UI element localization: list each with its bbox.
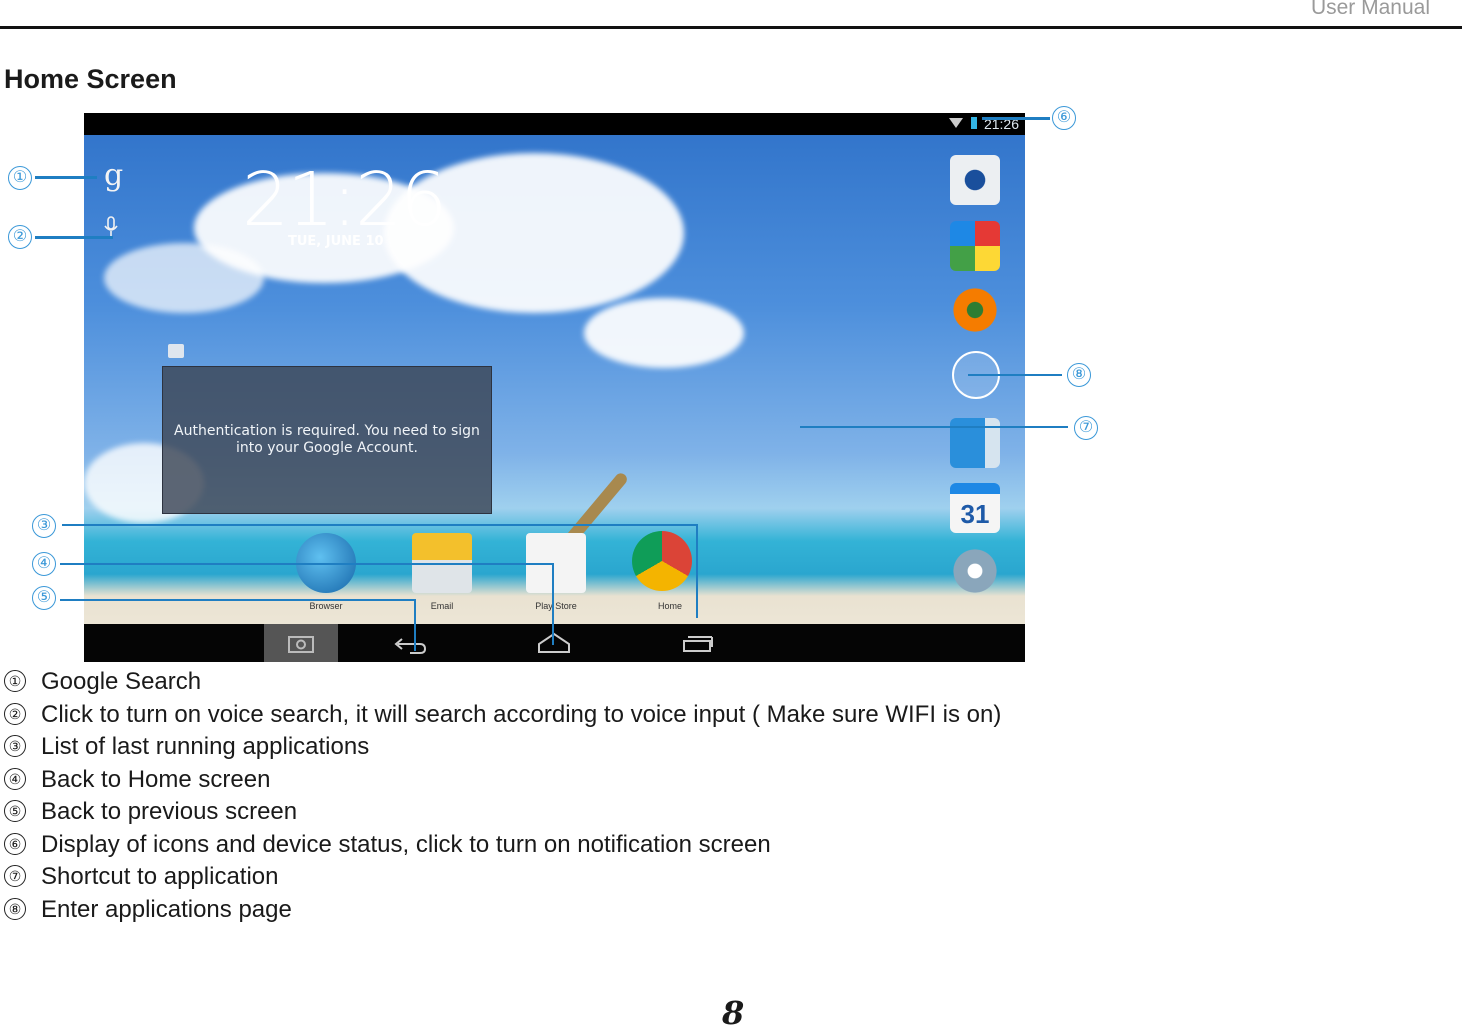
- legend-list: ① Google Search ② Click to turn on voice s…: [4, 666, 1014, 926]
- legend-item: ③ List of last running applications: [4, 731, 1014, 764]
- date-label: TUE, JUNE 10: [288, 234, 384, 249]
- legend-number: ②: [4, 702, 26, 725]
- page-title: Home Screen: [4, 64, 177, 94]
- callout-line-7: [800, 426, 1068, 428]
- callout-6: ⑥: [1052, 106, 1076, 130]
- clock-widget: 21:26: [242, 157, 447, 243]
- screenshot-button[interactable]: [264, 624, 338, 662]
- legend-text: Back to previous screen: [41, 798, 298, 825]
- legend-number: ⑧: [4, 897, 26, 920]
- dock-label-home: Home: [657, 601, 682, 611]
- battery-icon: [971, 117, 977, 129]
- callout-5: ⑤: [32, 586, 56, 610]
- callout-1: ①: [8, 166, 32, 190]
- screenshot-icon: [288, 636, 314, 653]
- account-widget[interactable]: Authentication is required. You need to …: [162, 366, 492, 514]
- legend-item: ② Click to turn on voice search, it will …: [4, 699, 1014, 732]
- legend-number: ⑦: [4, 865, 26, 887]
- callout-3: ③: [32, 514, 56, 538]
- play-store-mini-icon: [168, 344, 184, 358]
- callout-line-1: [35, 176, 97, 179]
- legend-text: Enter applications page: [41, 895, 292, 923]
- dock-label-browser: Browser: [309, 601, 343, 611]
- legend-text: Back to Home screen: [41, 765, 271, 793]
- camera-icon[interactable]: [950, 155, 1000, 205]
- callout-4: ④: [32, 552, 56, 576]
- callout-8: ⑧: [1067, 363, 1091, 387]
- legend-number: ①: [4, 670, 26, 692]
- home-screen-screenshot: 21:26 g 21:26 TUE, JUNE 10 Authenticatio…: [84, 113, 1025, 662]
- legend-text: Display of icons and device status, clic…: [41, 830, 771, 858]
- status-bar[interactable]: 21:26: [84, 113, 1025, 135]
- calendar-icon[interactable]: 31: [950, 483, 1000, 533]
- legend-text: List of last running applications: [41, 733, 370, 760]
- legend-item: ⑤ Back to previous screen: [4, 796, 1014, 829]
- callout-line-6: [982, 117, 1050, 120]
- legend-number: ③: [4, 735, 26, 757]
- legend-number: ④: [4, 767, 26, 790]
- callout-line-5-drop: [414, 599, 416, 651]
- microphone-icon[interactable]: [104, 216, 118, 238]
- callout-line-3-drop: [696, 524, 698, 618]
- callout-line-4-drop: [552, 563, 554, 645]
- legend-text: Shortcut to application: [41, 863, 279, 890]
- settings-icon[interactable]: [950, 546, 1000, 596]
- gallery-icon[interactable]: [950, 221, 1000, 271]
- legend-item: ⑥ Display of icons and device status, cli…: [4, 829, 1014, 862]
- chrome-icon[interactable]: [632, 531, 692, 591]
- callout-line-5: [60, 599, 416, 601]
- callout-line-3: [62, 524, 698, 526]
- legend-text: Click to turn on voice search, it will s…: [41, 700, 1002, 728]
- callout-line-8: [968, 374, 1062, 376]
- callout-line-4: [60, 563, 554, 565]
- legend-item: ⑧ Enter applications page: [4, 894, 1014, 927]
- navigation-bar: [84, 624, 1025, 662]
- callout-2: ②: [8, 225, 32, 249]
- legend-item: ⑦ Shortcut to application: [4, 861, 1014, 894]
- legend-number: ⑥: [4, 832, 26, 855]
- legend-text: Google Search: [41, 668, 202, 695]
- music-icon[interactable]: [950, 285, 1000, 335]
- dock-label-play-store: Play Store: [535, 601, 577, 611]
- back-icon[interactable]: [392, 632, 428, 656]
- home-icon[interactable]: [536, 630, 572, 656]
- header-rule: [0, 26, 1462, 29]
- wifi-icon: [949, 118, 963, 128]
- recent-apps-icon[interactable]: [680, 634, 716, 654]
- google-search-icon[interactable]: g: [104, 158, 123, 193]
- page-number: 8: [722, 994, 745, 1032]
- legend-item: ① Google Search: [4, 666, 1014, 699]
- calendar-day: 31: [960, 499, 990, 529]
- legend-item: ④ Back to Home screen: [4, 764, 1014, 797]
- widget-message: Authentication is required. You need to …: [174, 423, 480, 456]
- legend-number: ⑤: [4, 800, 26, 822]
- callout-line-2: [35, 236, 113, 239]
- callout-7: ⑦: [1074, 416, 1098, 440]
- header-label: User Manual: [1310, 0, 1430, 19]
